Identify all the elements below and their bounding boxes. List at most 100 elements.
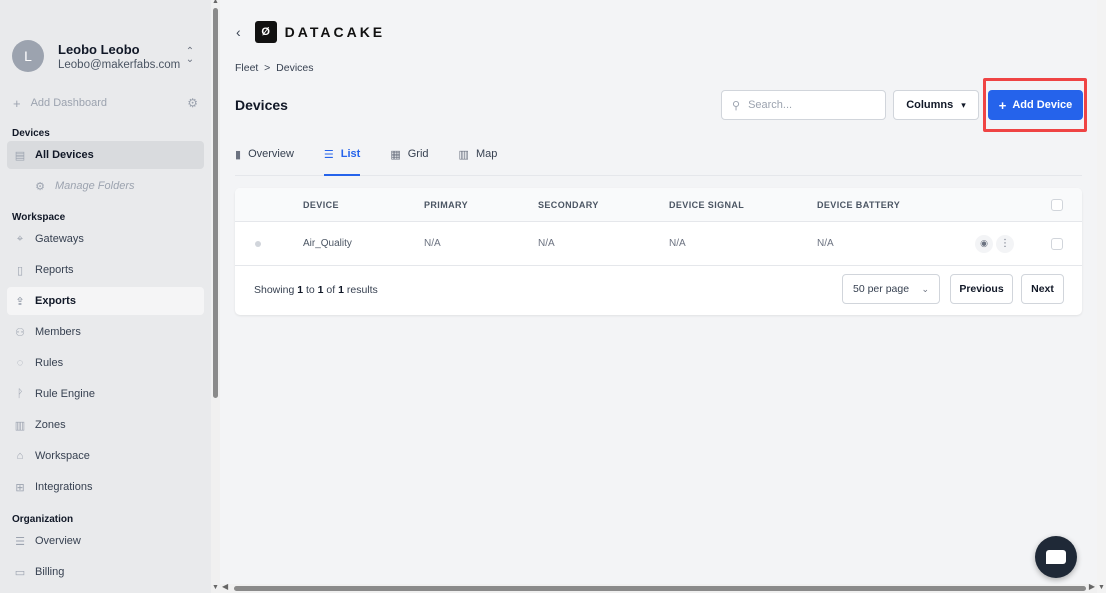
previous-button[interactable]: Previous (950, 274, 1013, 304)
chevron-down-icon: ⌄ (921, 283, 929, 294)
section-title-organization: Organization (12, 514, 74, 525)
map-icon: ▥ (458, 149, 469, 161)
scroll-down-arrow-icon[interactable]: ▼ (1098, 584, 1105, 591)
back-chevron-icon[interactable]: ‹ (236, 24, 241, 40)
sidebar-item-label: Integrations (35, 481, 93, 493)
tab-label: Grid (407, 148, 429, 160)
column-header-device-signal[interactable]: DEVICE SIGNAL (669, 200, 744, 210)
sidebar-item-reports[interactable]: ▯ Reports (7, 256, 204, 284)
next-button[interactable]: Next (1021, 274, 1064, 304)
scroll-left-arrow-icon[interactable]: ◀ (222, 582, 228, 591)
table-row[interactable]: Air_Quality N/A N/A N/A N/A ◉ ⋮ (235, 222, 1082, 266)
sidebar-item-label: Workspace (35, 450, 90, 462)
chat-icon (1046, 550, 1066, 564)
user-switcher[interactable]: L Leobo Leobo Leobo@makerfabs.com ⌃ ⌄ (0, 0, 211, 84)
sidebar-item-zones[interactable]: ▥ Zones (7, 411, 204, 439)
sidebar-item-rule-engine[interactable]: ᚹ Rule Engine (7, 380, 204, 408)
tab-list[interactable]: ☰ List (323, 143, 361, 176)
eye-icon[interactable]: ◉ (975, 234, 993, 253)
sidebar-item-overview[interactable]: ☰ Overview (7, 527, 204, 555)
antenna-icon: ⌖ (16, 232, 24, 245)
column-header-primary[interactable]: PRIMARY (424, 200, 468, 210)
sidebar-item-billing[interactable]: ▭ Billing (7, 558, 204, 586)
add-device-label: Add Device (1012, 99, 1073, 111)
section-title-devices: Devices (12, 128, 50, 139)
devices-table: DEVICE PRIMARY SECONDARY DEVICE SIGNAL D… (235, 188, 1082, 315)
user-info: Leobo Leobo Leobo@makerfabs.com (58, 42, 181, 71)
sidebar-scrollbar[interactable]: ▲ ▼ (211, 0, 220, 593)
chat-bubble-icon[interactable] (1035, 536, 1077, 578)
tab-overview[interactable]: ▮ Overview (235, 143, 294, 176)
results-word: results (346, 284, 378, 296)
add-device-button[interactable]: + Add Device (988, 90, 1083, 120)
billing-icon: ▭ (14, 566, 26, 579)
search-icon: ⚲ (732, 99, 741, 112)
page-header: Devices ⚲ Search... Columns ▾ + Add Devi… (235, 78, 1097, 132)
signal-cell: N/A (669, 238, 686, 249)
chevron-up-down-icon[interactable]: ⌃ ⌄ (181, 47, 199, 65)
secondary-cell: N/A (538, 238, 555, 249)
sidebar-item-integrations[interactable]: ⊞ Integrations (7, 473, 204, 501)
more-vertical-icon[interactable]: ⋮ (996, 234, 1014, 253)
avatar: L (12, 40, 44, 72)
horizontal-scrollbar[interactable]: ◀ ▶ (220, 582, 1097, 593)
search-input[interactable]: ⚲ Search... (721, 90, 886, 120)
user-name: Leobo Leobo (58, 41, 140, 57)
section-title-workspace: Workspace (12, 212, 66, 223)
table-footer: Showing 1 to 1 of 1 results 50 per page … (235, 266, 1082, 314)
column-header-device[interactable]: DEVICE (303, 200, 339, 210)
datacake-logo-icon: Ø (254, 21, 277, 43)
battery-cell: N/A (817, 238, 834, 249)
scroll-right-arrow-icon[interactable]: ▶ (1089, 582, 1095, 591)
users-icon: ⚇ (15, 326, 25, 339)
user-email: Leobo@makerfabs.com (58, 58, 181, 71)
of-word: of (326, 284, 336, 296)
export-icon: ⇪ (15, 295, 25, 308)
sidebar-item-label: Manage Folders (55, 180, 135, 192)
building-icon: ⌂ (16, 450, 24, 462)
sidebar-scrollbar-thumb[interactable] (213, 8, 218, 398)
sidebar-item-members[interactable]: ⚇ Members (7, 318, 204, 346)
sidebar-item-rules[interactable]: ◌ Rules (7, 349, 204, 377)
plus-icon: + (998, 97, 1007, 113)
page-scrollbar[interactable]: ▼ (1097, 0, 1106, 593)
sidebar-item-label: Overview (35, 535, 81, 547)
sidebar-item-exports[interactable]: ⇪ Exports (7, 287, 204, 315)
row-checkbox[interactable] (1051, 237, 1063, 250)
columns-button[interactable]: Columns ▾ (893, 90, 979, 120)
showing-prefix: Showing (254, 284, 295, 296)
horizontal-scrollbar-thumb[interactable] (234, 586, 1086, 591)
add-dashboard-row[interactable]: + Add Dashboard ⚙ (0, 92, 211, 114)
sidebar-item-gateways[interactable]: ⌖ Gateways (7, 225, 204, 253)
sidebar-item-label: Exports (35, 295, 76, 307)
scroll-down-arrow-icon[interactable]: ▼ (212, 584, 219, 591)
topbar: ‹ Ø DATACAKE (220, 18, 1100, 46)
view-tabs: ▮ Overview ☰ List ▦ Grid ▥ Map (235, 143, 1082, 176)
bar-chart-icon: ▮ (235, 149, 242, 161)
sidebar-item-workspace[interactable]: ⌂ Workspace (7, 442, 204, 470)
chevron-down-icon: ▾ (961, 99, 966, 110)
signal-icon: ◌ (16, 357, 24, 369)
sidebar: L Leobo Leobo Leobo@makerfabs.com ⌃ ⌄ + A… (0, 0, 211, 593)
sidebar-item-all-devices[interactable]: ▤ All Devices (7, 141, 204, 169)
gear-icon[interactable]: ⚙ (187, 96, 198, 110)
breadcrumb[interactable]: Fleet > Devices (220, 62, 1100, 76)
range-to: 1 (317, 284, 324, 296)
sidebar-item-label: Rules (35, 357, 64, 369)
tab-grid[interactable]: ▦ Grid (390, 143, 428, 176)
range-from: 1 (297, 284, 304, 296)
devices-icon: ▤ (14, 149, 26, 162)
per-page-select[interactable]: 50 per page ⌄ (842, 274, 940, 304)
sidebar-item-manage-folders[interactable]: ⚙ Manage Folders (7, 172, 204, 200)
columns-label: Columns (906, 99, 954, 111)
status-dot (255, 240, 261, 247)
tab-map[interactable]: ▥ Map (459, 143, 498, 176)
list-icon: ☰ (323, 149, 334, 161)
device-name-cell[interactable]: Air_Quality (303, 238, 352, 249)
main-content: ‹ Ø DATACAKE Fleet > Devices Devices ⚲ S… (220, 0, 1100, 584)
column-header-secondary[interactable]: SECONDARY (538, 200, 599, 210)
scroll-up-arrow-icon[interactable]: ▲ (212, 0, 219, 5)
column-header-device-battery[interactable]: DEVICE BATTERY (817, 200, 900, 210)
select-all-checkbox[interactable] (1051, 198, 1063, 211)
list-icon: ☰ (15, 535, 25, 548)
